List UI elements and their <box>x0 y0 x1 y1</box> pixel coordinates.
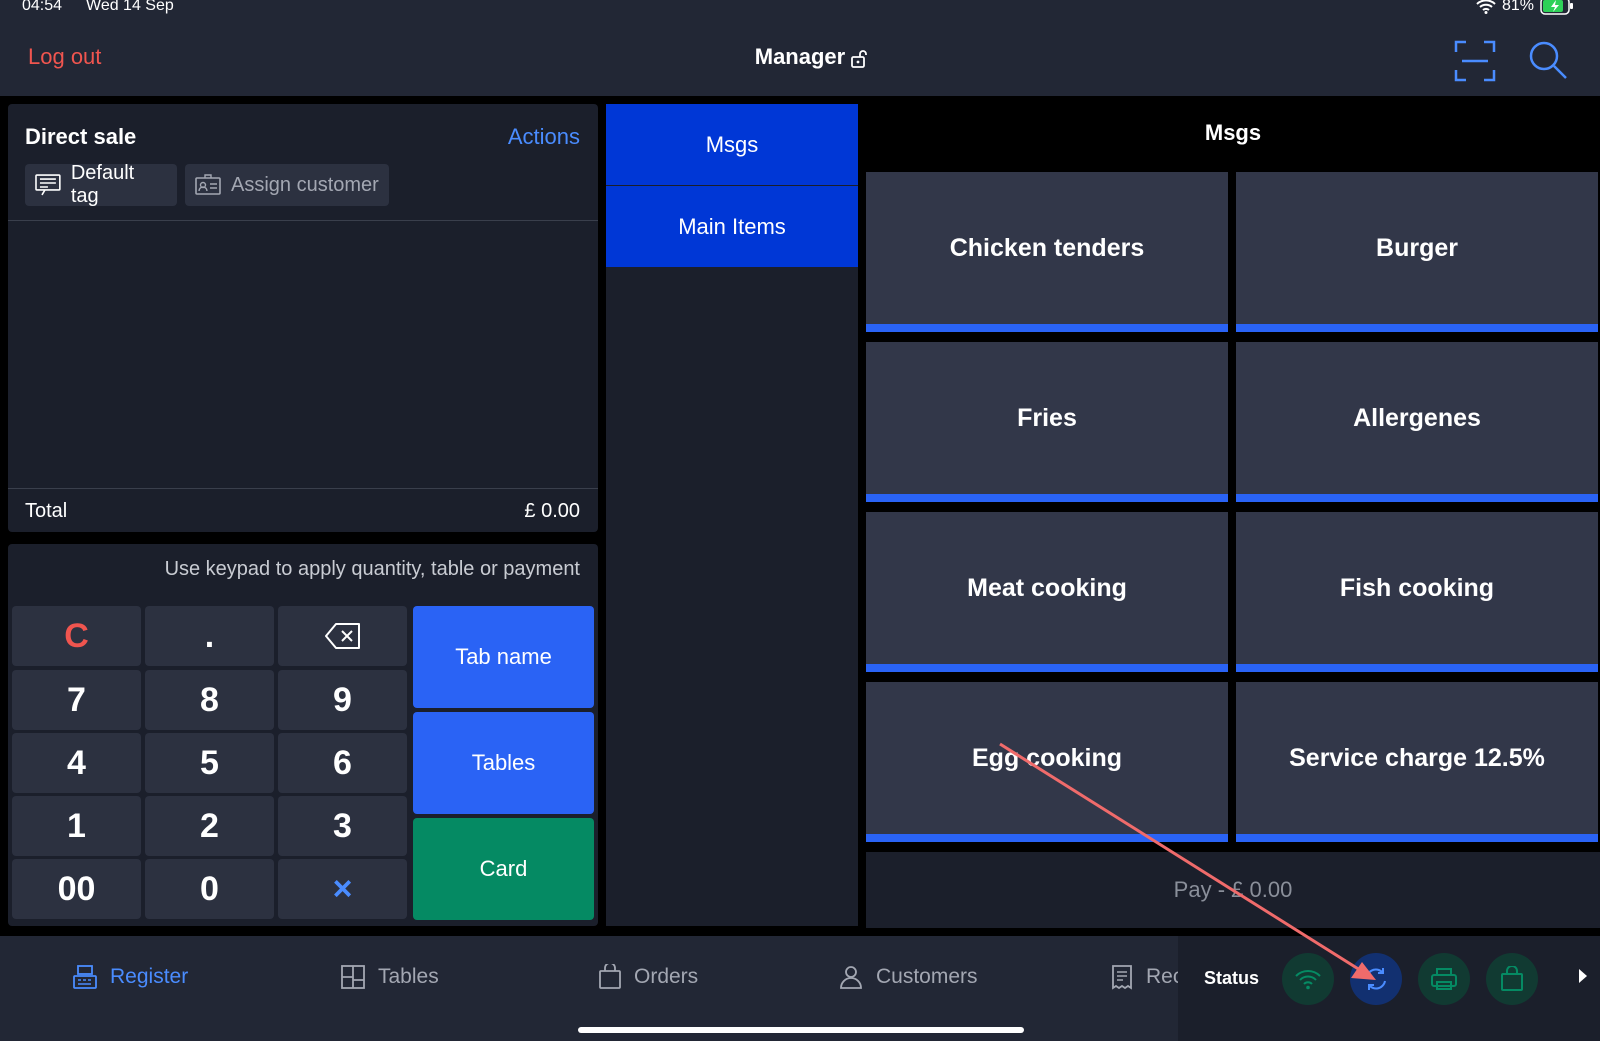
orders-status-button[interactable] <box>1486 953 1538 1005</box>
tab-tables[interactable]: Tables <box>340 964 439 990</box>
key-00[interactable]: 00 <box>12 859 141 919</box>
system-indicators: 81% <box>1476 0 1574 15</box>
multiply-key[interactable]: × <box>278 859 407 919</box>
divider <box>8 220 598 221</box>
printer-icon <box>1431 968 1457 990</box>
item-egg-cooking[interactable]: Egg cooking <box>866 682 1228 842</box>
default-tag-label: Default tag <box>70 162 135 207</box>
keypad-panel: Use keypad to apply quantity, table or p… <box>8 544 598 926</box>
home-indicator <box>578 1027 1024 1033</box>
backspace-key[interactable] <box>278 606 407 666</box>
search-icon[interactable] <box>1528 40 1568 80</box>
item-service-charge[interactable]: Service charge 12.5% <box>1236 682 1598 842</box>
status-panel: Status <box>1178 936 1600 1041</box>
item-meat-cooking[interactable]: Meat cooking <box>866 512 1228 672</box>
tab-orders[interactable]: Orders <box>598 964 698 990</box>
clear-key[interactable]: C <box>12 606 141 666</box>
main-content: Direct sale Actions Default tag Assign c… <box>0 96 1600 936</box>
decimal-key[interactable]: . <box>145 606 274 666</box>
divider <box>8 488 598 489</box>
status-label: Status <box>1204 968 1260 988</box>
item-fish-cooking[interactable]: Fish cooking <box>1236 512 1598 672</box>
key-3[interactable]: 3 <box>278 796 407 856</box>
bag-icon <box>599 964 621 989</box>
clock-time: 04:54 <box>22 0 63 14</box>
tab-customers[interactable]: Customers <box>838 964 978 990</box>
chevron-right-icon[interactable] <box>1578 968 1588 984</box>
printer-status-button[interactable] <box>1418 953 1470 1005</box>
backspace-icon <box>324 623 360 649</box>
keypad-hint: Use keypad to apply quantity, table or p… <box>164 558 580 580</box>
wifi-icon <box>1295 970 1321 990</box>
bag-icon <box>1501 966 1523 991</box>
key-1[interactable]: 1 <box>12 796 141 856</box>
page-title: Manager <box>754 44 846 69</box>
sync-icon <box>1366 968 1386 990</box>
category-msgs[interactable]: Msgs <box>606 104 858 185</box>
receipt-icon <box>1112 965 1132 990</box>
sync-status-button[interactable] <box>1350 953 1402 1005</box>
assign-customer-label: Assign customer <box>231 173 379 196</box>
tab-name-button[interactable]: Tab name <box>413 606 594 708</box>
total-label: Total <box>25 500 68 522</box>
order-title: Direct sale <box>25 124 137 149</box>
top-bar: Log out Manager <box>0 18 1600 96</box>
battery-charging-icon <box>1540 0 1573 15</box>
tab-tables-label: Tables <box>378 965 439 988</box>
category-main-items[interactable]: Main Items <box>606 186 858 267</box>
key-5[interactable]: 5 <box>145 733 274 793</box>
item-allergenes[interactable]: Allergenes <box>1236 342 1598 502</box>
key-2[interactable]: 2 <box>145 796 274 856</box>
default-tag-button[interactable]: Default tag <box>25 162 177 207</box>
scan-icon[interactable] <box>1454 40 1496 82</box>
customer-card-icon <box>195 174 221 195</box>
grid-title: Msgs <box>1204 120 1262 145</box>
bottom-tab-bar: Register Tables Orders Customers Rec Sta… <box>0 936 1600 1041</box>
item-chicken-tenders[interactable]: Chicken tenders <box>866 172 1228 332</box>
tables-icon <box>341 965 365 989</box>
tab-register[interactable]: Register <box>72 964 188 990</box>
assign-customer-button[interactable]: Assign customer <box>185 164 389 206</box>
clock-date: Wed 14 Sep <box>86 0 174 14</box>
person-icon <box>840 966 862 989</box>
battery-percentage: 81% <box>1501 0 1534 14</box>
key-4[interactable]: 4 <box>12 733 141 793</box>
pay-button[interactable]: Pay - £ 0.00 <box>866 852 1600 928</box>
tab-orders-label: Orders <box>634 965 699 988</box>
category-column: Msgs Main Items <box>606 104 858 926</box>
item-fries[interactable]: Fries <box>866 342 1228 502</box>
total-value: £ 0.00 <box>524 500 580 522</box>
item-burger[interactable]: Burger <box>1236 172 1598 332</box>
tag-icon <box>35 174 61 196</box>
key-0[interactable]: 0 <box>145 859 274 919</box>
key-8[interactable]: 8 <box>145 670 274 730</box>
key-6[interactable]: 6 <box>278 733 407 793</box>
card-payment-button[interactable]: Card <box>413 818 594 920</box>
key-7[interactable]: 7 <box>12 670 141 730</box>
tables-button[interactable]: Tables <box>413 712 594 814</box>
wifi-icon <box>1476 0 1496 14</box>
tab-register-label: Register <box>110 965 189 988</box>
actions-button[interactable]: Actions <box>508 124 580 150</box>
order-panel: Direct sale Actions Default tag Assign c… <box>8 104 598 532</box>
device-status-bar: 04:54 Wed 14 Sep 81% <box>0 0 1600 18</box>
unlock-icon[interactable] <box>850 50 868 68</box>
tab-customers-label: Customers <box>876 965 978 988</box>
tab-receipts[interactable]: Rec <box>1110 964 1183 990</box>
register-icon <box>73 965 97 989</box>
network-status-button[interactable] <box>1282 953 1334 1005</box>
key-9[interactable]: 9 <box>278 670 407 730</box>
